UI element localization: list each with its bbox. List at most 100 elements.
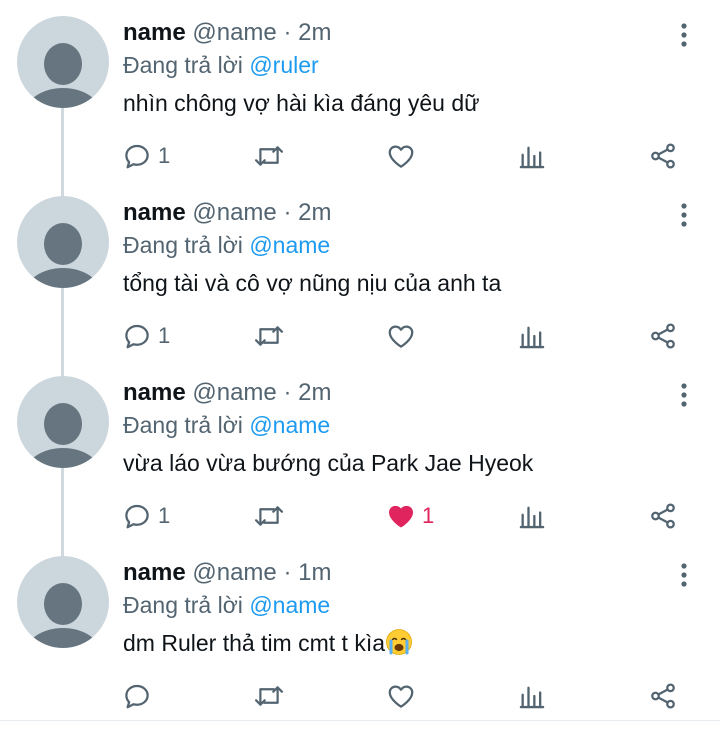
replying-to-label: Đang trả lời bbox=[123, 412, 243, 438]
analytics-button[interactable] bbox=[518, 316, 546, 356]
user-handle[interactable]: @name bbox=[192, 559, 276, 586]
mention-link[interactable]: @ruler bbox=[249, 52, 318, 78]
replying-to: Đang trả lời @name bbox=[123, 228, 330, 262]
tweet-header: name @name · 2m bbox=[123, 376, 331, 410]
avatar[interactable] bbox=[17, 376, 109, 468]
reply-count: 1 bbox=[158, 323, 171, 348]
share-button[interactable] bbox=[648, 316, 678, 356]
replying-to-label: Đang trả lời bbox=[123, 52, 243, 78]
more-icon[interactable] bbox=[674, 562, 694, 588]
like-button[interactable] bbox=[386, 136, 422, 176]
analytics-button[interactable] bbox=[518, 136, 546, 176]
separator: · bbox=[283, 379, 292, 406]
analytics-icon bbox=[519, 506, 545, 529]
like-button[interactable]: 1 bbox=[386, 496, 434, 536]
retweet-icon bbox=[254, 146, 284, 166]
avatar[interactable] bbox=[17, 556, 109, 648]
tweet[interactable]: name @name · 1m Đang trả lời @name dm Ru… bbox=[0, 540, 720, 720]
more-icon[interactable] bbox=[674, 202, 694, 228]
action-bar: 1 1 bbox=[0, 496, 720, 536]
user-handle[interactable]: @name bbox=[192, 199, 276, 226]
reply-count: 1 bbox=[158, 143, 171, 168]
timestamp[interactable]: 1m bbox=[298, 559, 331, 586]
retweet-button[interactable] bbox=[253, 136, 291, 176]
separator: · bbox=[283, 559, 292, 586]
reply-button[interactable]: 1 bbox=[122, 316, 170, 356]
like-button[interactable] bbox=[386, 316, 422, 356]
replying-to-label: Đang trả lời bbox=[123, 592, 243, 618]
reply-button[interactable]: 1 bbox=[122, 136, 170, 176]
tweet-text-content: dm Ruler thả tim cmt t kìa bbox=[123, 630, 386, 656]
mention-link[interactable]: @name bbox=[249, 232, 330, 258]
heart-icon bbox=[388, 325, 414, 348]
user-handle[interactable]: @name bbox=[192, 379, 276, 406]
timestamp[interactable]: 2m bbox=[298, 379, 331, 406]
replying-to: Đang trả lời @name bbox=[123, 588, 330, 622]
reply-thread: name @name · 2m Đang trả lời @ruler nhìn… bbox=[0, 0, 720, 729]
user-handle[interactable]: @name bbox=[192, 19, 276, 46]
reply-icon bbox=[125, 324, 149, 349]
display-name[interactable]: name bbox=[123, 379, 186, 406]
tweet-text: nhìn chông vợ hài kìa đáng yêu dữ bbox=[123, 90, 480, 116]
heart-icon bbox=[388, 145, 414, 168]
action-bar bbox=[0, 676, 720, 716]
action-bar: 1 bbox=[0, 136, 720, 176]
more-icon[interactable] bbox=[674, 22, 694, 48]
separator: · bbox=[283, 19, 292, 46]
analytics-icon bbox=[519, 326, 545, 349]
default-avatar-icon bbox=[26, 223, 100, 288]
retweet-icon bbox=[254, 506, 284, 526]
analytics-button[interactable] bbox=[518, 496, 546, 536]
tweet-header: name @name · 2m bbox=[123, 196, 331, 230]
retweet-icon bbox=[254, 686, 284, 706]
reply-icon bbox=[125, 684, 149, 709]
default-avatar-icon bbox=[26, 583, 100, 648]
feed-divider bbox=[0, 720, 720, 721]
share-button[interactable] bbox=[648, 136, 678, 176]
retweet-button[interactable] bbox=[253, 676, 291, 716]
tweet[interactable]: name @name · 2m Đang trả lời @name vừa l… bbox=[0, 360, 720, 540]
replying-to: Đang trả lời @ruler bbox=[123, 48, 319, 82]
share-icon bbox=[651, 323, 675, 349]
share-button[interactable] bbox=[648, 496, 678, 536]
tweet-header: name @name · 2m bbox=[123, 16, 331, 50]
more-icon[interactable] bbox=[674, 382, 694, 408]
timestamp[interactable]: 2m bbox=[298, 19, 331, 46]
avatar[interactable] bbox=[17, 16, 109, 108]
default-avatar-icon bbox=[26, 43, 100, 108]
separator: · bbox=[283, 199, 292, 226]
tweet[interactable]: name @name · 2m Đang trả lời @name tổng … bbox=[0, 180, 720, 360]
reply-button[interactable] bbox=[122, 676, 158, 716]
tweet-text: vừa láo vừa bướng của Park Jae Hyeok bbox=[123, 450, 534, 476]
share-button[interactable] bbox=[648, 676, 678, 716]
display-name[interactable]: name bbox=[123, 199, 186, 226]
share-icon bbox=[651, 503, 675, 529]
retweet-button[interactable] bbox=[253, 316, 291, 356]
reply-icon bbox=[125, 144, 149, 169]
analytics-icon bbox=[519, 686, 545, 709]
tweet-text: dm Ruler thả tim cmt t kìa bbox=[123, 626, 413, 660]
analytics-button[interactable] bbox=[518, 676, 546, 716]
action-bar: 1 bbox=[0, 316, 720, 356]
tweet-text: tổng tài và cô vợ nũng nịu của anh ta bbox=[123, 270, 502, 296]
reply-button[interactable]: 1 bbox=[122, 496, 170, 536]
like-count: 1 bbox=[422, 503, 435, 528]
avatar[interactable] bbox=[17, 196, 109, 288]
heart-icon bbox=[388, 685, 414, 708]
retweet-button[interactable] bbox=[253, 496, 291, 536]
tweet[interactable]: name @name · 2m Đang trả lời @ruler nhìn… bbox=[0, 0, 720, 180]
mention-link[interactable]: @name bbox=[249, 412, 330, 438]
mention-link[interactable]: @name bbox=[249, 592, 330, 618]
timestamp[interactable]: 2m bbox=[298, 199, 331, 226]
share-icon bbox=[651, 683, 675, 709]
like-button[interactable] bbox=[386, 676, 422, 716]
display-name[interactable]: name bbox=[123, 559, 186, 586]
display-name[interactable]: name bbox=[123, 19, 186, 46]
replying-to-label: Đang trả lời bbox=[123, 232, 243, 258]
tweet-header: name @name · 1m bbox=[123, 556, 331, 590]
replying-to: Đang trả lời @name bbox=[123, 408, 330, 442]
default-avatar-icon bbox=[26, 403, 100, 468]
retweet-icon bbox=[254, 326, 284, 346]
loudly-crying-face-icon bbox=[386, 629, 412, 655]
reply-icon bbox=[125, 504, 149, 529]
